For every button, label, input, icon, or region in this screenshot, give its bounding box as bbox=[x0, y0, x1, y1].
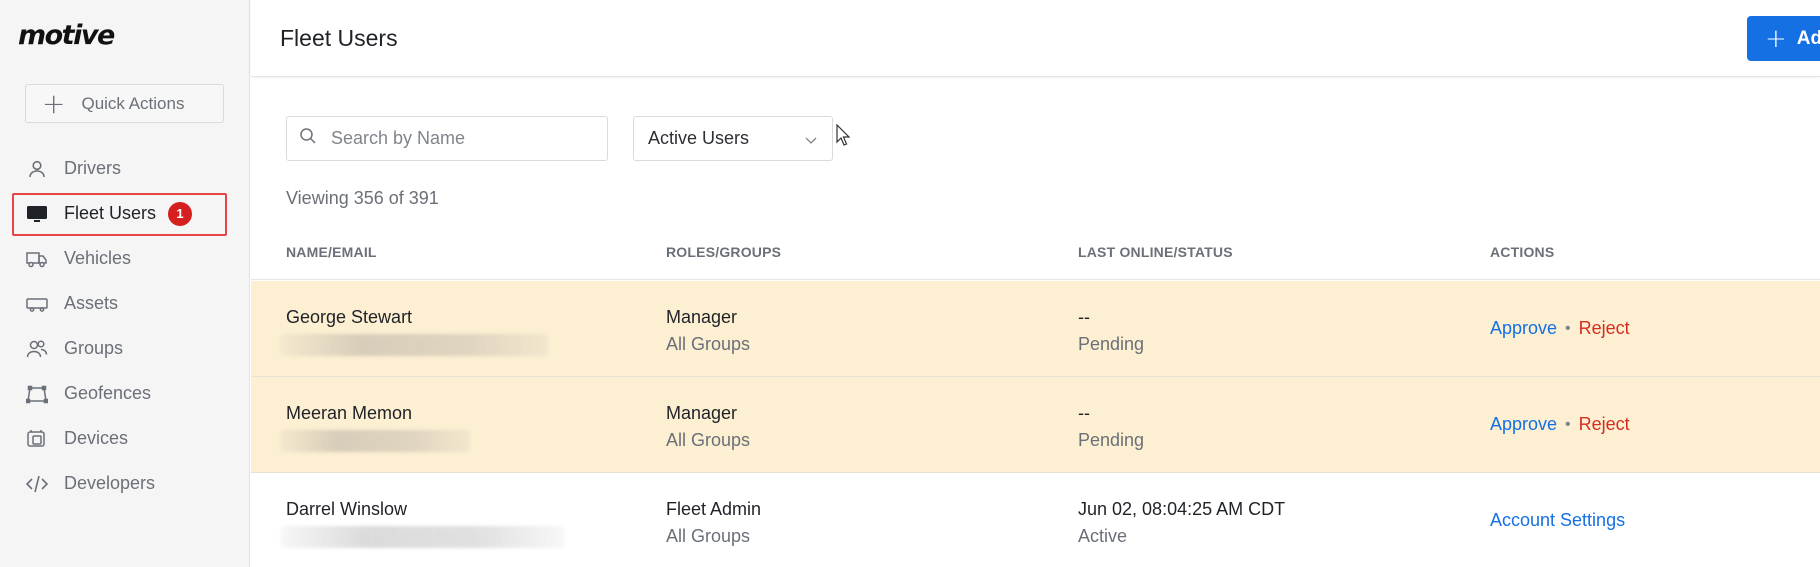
column-header-actions: ACTIONS bbox=[1490, 244, 1555, 260]
user-groups: All Groups bbox=[666, 526, 751, 546]
sidebar-item-label: Assets bbox=[64, 293, 119, 313]
sidebar-item-vehicles[interactable]: Vehicles bbox=[0, 236, 250, 281]
user-name[interactable]: Darrel Winslow bbox=[286, 499, 606, 520]
reject-link[interactable]: Reject bbox=[1579, 318, 1630, 339]
last-online: -- bbox=[1078, 307, 1090, 327]
column-header-last-online[interactable]: LAST ONLINE/STATUS bbox=[1078, 244, 1233, 260]
device-icon bbox=[26, 428, 48, 450]
motive-logo[interactable]: motive bbox=[18, 18, 115, 52]
sidebar-nav: Drivers Fleet Users 1 Vehicles Assets Gr… bbox=[0, 146, 250, 506]
separator-dot: • bbox=[1565, 319, 1571, 337]
last-online: Jun 02, 08:04:25 AM CDT bbox=[1078, 499, 1286, 519]
sidebar-item-label: Fleet Users bbox=[64, 203, 157, 223]
search-input[interactable] bbox=[331, 128, 591, 149]
monitor-icon bbox=[26, 203, 48, 225]
user-status: Active bbox=[1078, 526, 1128, 546]
sidebar-item-assets[interactable]: Assets bbox=[0, 281, 250, 326]
user-role: Manager bbox=[666, 307, 738, 327]
sidebar-item-groups[interactable]: Groups bbox=[0, 326, 250, 371]
user-status: Pending bbox=[1078, 430, 1145, 450]
quick-actions-button[interactable]: + Quick Actions bbox=[25, 84, 224, 123]
last-online: -- bbox=[1078, 403, 1090, 423]
notification-badge: 1 bbox=[168, 201, 193, 226]
user-name[interactable]: Meeran Memon bbox=[286, 403, 586, 424]
search-field[interactable] bbox=[286, 116, 608, 161]
sidebar-item-label: Developers bbox=[64, 473, 156, 493]
user-groups: All Groups bbox=[666, 430, 751, 450]
add-button-label: Add bbox=[1796, 27, 1820, 49]
sidebar-item-label: Drivers bbox=[64, 158, 121, 178]
table-row: Darrel Winslow Fleet Admin All Groups Ju… bbox=[251, 473, 1820, 567]
separator-dot: • bbox=[1565, 415, 1571, 433]
sidebar-item-fleet-users[interactable]: Fleet Users 1 bbox=[0, 191, 250, 236]
sidebar-item-label: Devices bbox=[64, 428, 129, 448]
approve-link[interactable]: Approve bbox=[1490, 414, 1557, 435]
trailer-icon bbox=[26, 293, 48, 315]
sidebar-item-label: Vehicles bbox=[64, 248, 132, 268]
truck-icon bbox=[26, 248, 48, 270]
page-header: Fleet Users + Add bbox=[251, 0, 1820, 77]
reject-link[interactable]: Reject bbox=[1579, 414, 1630, 435]
redacted-email bbox=[280, 334, 548, 356]
sidebar-item-devices[interactable]: Devices bbox=[0, 416, 250, 461]
user-status: Pending bbox=[1078, 334, 1145, 354]
geofence-icon bbox=[26, 383, 48, 405]
sidebar-item-drivers[interactable]: Drivers bbox=[0, 146, 250, 191]
column-header-name[interactable]: NAME/EMAIL bbox=[286, 244, 377, 260]
person-icon bbox=[26, 158, 48, 180]
approve-link[interactable]: Approve bbox=[1490, 318, 1557, 339]
table-row: George Stewart Manager All Groups -- Pen… bbox=[251, 281, 1820, 377]
user-role: Manager bbox=[666, 403, 738, 423]
user-name[interactable]: George Stewart bbox=[286, 307, 586, 328]
search-icon bbox=[299, 127, 317, 150]
viewing-count: Viewing 356 of 391 bbox=[286, 188, 439, 208]
user-status-dropdown[interactable]: Active Users bbox=[633, 116, 833, 161]
redacted-email bbox=[280, 430, 470, 452]
users-icon bbox=[26, 338, 48, 360]
status-selected-value: Active Users bbox=[648, 128, 750, 148]
user-groups: All Groups bbox=[666, 334, 751, 354]
sidebar: motive + Quick Actions Drivers Fleet Use… bbox=[0, 0, 250, 567]
page-title: Fleet Users bbox=[280, 25, 398, 51]
logo-text: motive bbox=[18, 19, 115, 51]
sidebar-item-label: Groups bbox=[64, 338, 124, 358]
account-settings-link[interactable]: Account Settings bbox=[1490, 510, 1625, 531]
plus-icon: + bbox=[1765, 23, 1787, 54]
sidebar-item-label: Geofences bbox=[64, 383, 152, 403]
table-row: Meeran Memon Manager All Groups -- Pendi… bbox=[251, 377, 1820, 473]
sidebar-item-developers[interactable]: Developers bbox=[0, 461, 250, 506]
quick-actions-label: Quick Actions bbox=[81, 93, 185, 113]
mouse-cursor-icon bbox=[836, 123, 851, 151]
add-user-button[interactable]: + Add bbox=[1747, 16, 1820, 61]
column-header-roles[interactable]: ROLES/GROUPS bbox=[666, 244, 781, 260]
code-icon bbox=[26, 473, 48, 495]
table-header: NAME/EMAIL ROLES/GROUPS LAST ONLINE/STAT… bbox=[251, 232, 1820, 280]
chevron-down-icon bbox=[804, 131, 818, 152]
plus-icon: + bbox=[42, 86, 66, 120]
sidebar-item-geofences[interactable]: Geofences bbox=[0, 371, 250, 416]
redacted-email bbox=[281, 526, 565, 548]
user-role: Fleet Admin bbox=[666, 499, 762, 519]
